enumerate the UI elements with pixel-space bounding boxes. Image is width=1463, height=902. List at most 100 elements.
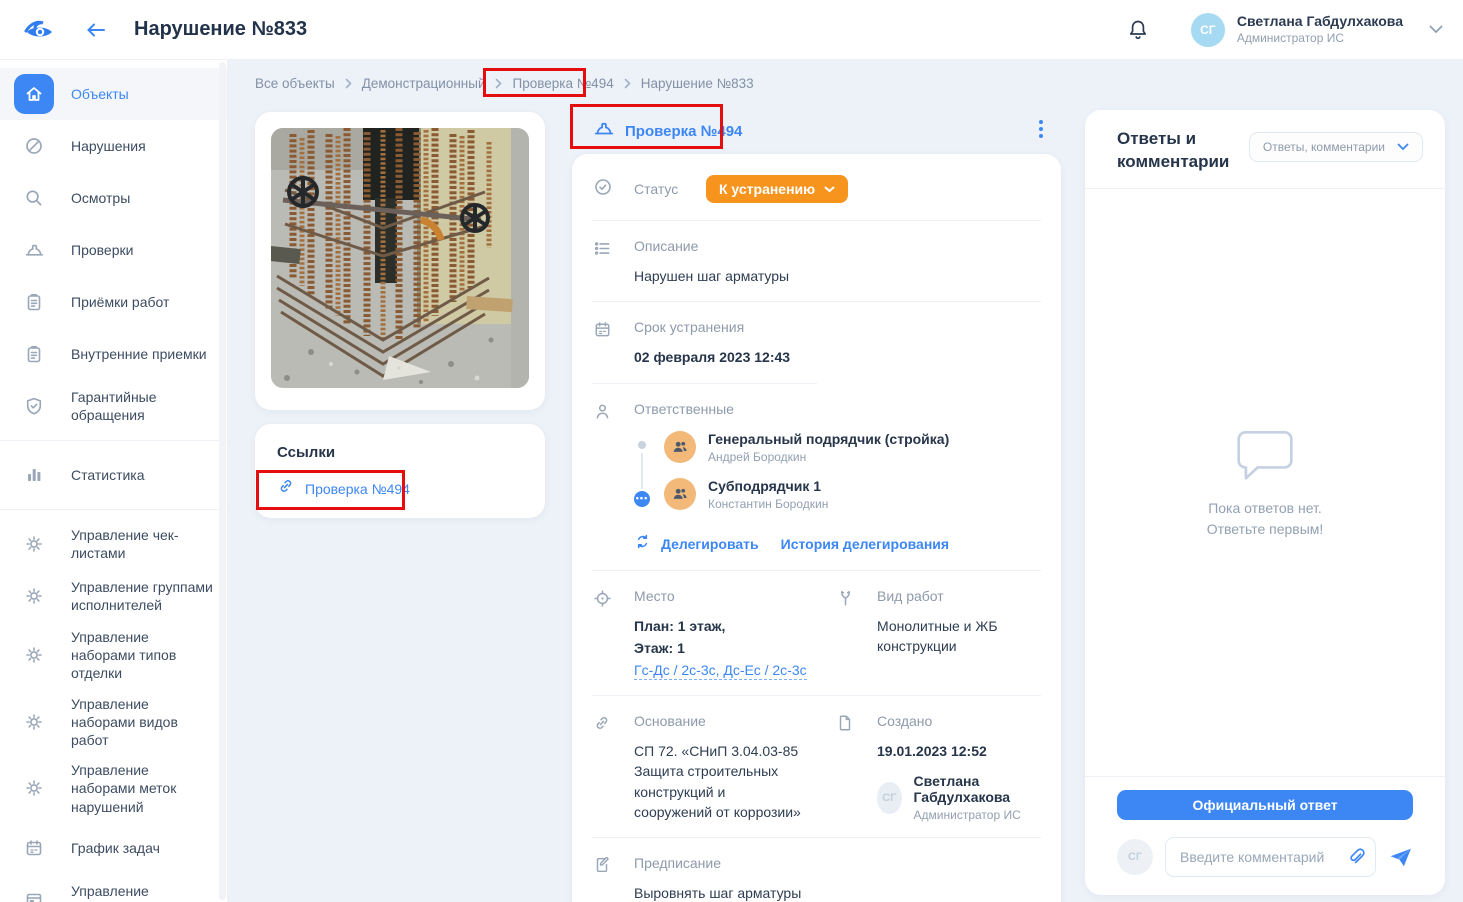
main-content: Все объекты Демонстрационный Проверка №4… bbox=[228, 60, 1463, 902]
comments-filter-value: Ответы, комментарии bbox=[1262, 140, 1385, 154]
deadline-label: Срок устранения bbox=[634, 319, 745, 336]
comment-input[interactable] bbox=[1165, 837, 1376, 877]
prescription-label: Предписание bbox=[634, 855, 722, 872]
comments-footer: Официальный ответ СГ bbox=[1085, 777, 1445, 895]
sidebar-item-warranty[interactable]: Гарантийные обращения bbox=[0, 380, 227, 432]
back-arrow-icon[interactable] bbox=[84, 20, 108, 40]
calendar-icon bbox=[14, 828, 54, 868]
check-circle-icon bbox=[593, 176, 634, 202]
sidebar-item-label: Внутренние приемки bbox=[71, 345, 207, 362]
send-comment-icon[interactable] bbox=[1388, 846, 1413, 868]
work-type-label: Вид работ bbox=[877, 587, 944, 604]
tasks-icon bbox=[14, 880, 54, 902]
clipboard-icon bbox=[14, 334, 54, 374]
sidebar-item-checklists-management[interactable]: Управление чек-листами bbox=[0, 518, 227, 570]
sidebar-item-inspections[interactable]: Осмотры bbox=[0, 172, 227, 224]
place-plan: План: 1 этаж, bbox=[634, 617, 726, 634]
official-reply-button[interactable]: Официальный ответ bbox=[1117, 790, 1413, 820]
status-label: Статус bbox=[634, 181, 679, 197]
basis-section: Основание СП 72. «СНиП 3.04.03-85 Защита… bbox=[572, 696, 815, 837]
notifications-bell-icon[interactable] bbox=[1127, 18, 1149, 42]
breadcrumb-all-objects[interactable]: Все объекты bbox=[255, 76, 335, 91]
user-avatar[interactable]: СГ bbox=[1190, 12, 1225, 47]
sidebar-item-label: Управление наборами типов отделки bbox=[71, 629, 177, 682]
sidebar-item-internal-acceptance[interactable]: Внутренние приемки bbox=[0, 328, 227, 380]
attach-paperclip-icon[interactable] bbox=[1346, 846, 1366, 872]
delegate-button[interactable]: Делегировать bbox=[634, 533, 759, 555]
speech-bubble-icon bbox=[1237, 431, 1293, 481]
sidebar-item-executor-groups-management[interactable]: Управление группами исполнителей bbox=[0, 570, 227, 622]
sidebar-item-work-types-management[interactable]: Управление наборами видов работ bbox=[0, 689, 227, 756]
comments-header: Ответы и комментарии Ответы, комментарии bbox=[1085, 110, 1445, 188]
breadcrumb: Все объекты Демонстрационный Проверка №4… bbox=[255, 76, 754, 91]
app-logo-eye-icon[interactable] bbox=[22, 17, 62, 43]
responsible-org: Субподрядчик 1 bbox=[708, 477, 822, 494]
no-entry-icon bbox=[14, 126, 54, 166]
sidebar-item-label: Статистика bbox=[71, 466, 145, 483]
description-value: Нарушен шаг арматуры bbox=[634, 268, 790, 284]
sidebar-item-label: Гарантийные обращения bbox=[71, 388, 157, 423]
linked-check-494[interactable]: Проверка №494 bbox=[277, 477, 523, 500]
user-menu-chevron-down-icon[interactable] bbox=[1429, 25, 1443, 34]
prescription-value: Выровнять шаг арматуры bbox=[634, 885, 802, 902]
comments-empty-state: Пока ответов нет. Ответьте первым! bbox=[1085, 189, 1445, 776]
violation-details-card: Статус К устранению Описание Нарушен шаг… bbox=[572, 154, 1061, 902]
sidebar-item-label: Приёмки работ bbox=[71, 293, 170, 310]
empty-state-line2: Ответьте первым! bbox=[1206, 521, 1324, 538]
delegation-history-link[interactable]: История делегирования bbox=[781, 536, 949, 552]
place-section: Место План: 1 этаж, Этаж: 1 Гс-Дс / 2с-3… bbox=[572, 571, 815, 696]
sidebar-item-finish-types-management[interactable]: Управление наборами типов отделки bbox=[0, 622, 227, 689]
breadcrumb-check-494[interactable]: Проверка №494 bbox=[512, 76, 613, 91]
sidebar-item-label: Проверки bbox=[71, 241, 134, 258]
person-icon bbox=[593, 401, 634, 555]
clipboard-icon bbox=[14, 282, 54, 322]
responsible-entry: Генеральный подрядчик (стройка) Андрей Б… bbox=[664, 430, 1041, 464]
wrench-icon bbox=[836, 588, 877, 681]
linked-check-label[interactable]: Проверка №494 bbox=[305, 481, 410, 497]
responsible-section: Ответственные ••• Генеральный подрядчик … bbox=[572, 384, 1061, 570]
sidebar-item-work-acceptance[interactable]: Приёмки работ bbox=[0, 276, 227, 328]
shield-check-icon bbox=[14, 386, 54, 426]
timeline-more-icon[interactable]: ••• bbox=[634, 490, 650, 507]
sidebar-item-label: Управление чек-листами bbox=[71, 526, 179, 561]
sidebar-divider bbox=[0, 509, 227, 510]
sidebar-item-violations[interactable]: Нарушения bbox=[0, 120, 227, 172]
created-by-role: Администратор ИС bbox=[913, 808, 1021, 823]
sidebar-item-violation-tags-management[interactable]: Управление наборами меток нарушений bbox=[0, 755, 227, 822]
left-column: Ссылки Проверка №494 bbox=[255, 112, 545, 518]
delegate-label[interactable]: Делегировать bbox=[661, 536, 759, 552]
list-icon bbox=[593, 238, 634, 286]
chevron-right-icon bbox=[345, 78, 352, 89]
breadcrumb-project[interactable]: Демонстрационный bbox=[362, 76, 486, 91]
gear-icon bbox=[14, 635, 54, 675]
sidebar-item-task-schedule[interactable]: График задач bbox=[0, 822, 227, 874]
sidebar-item-checks[interactable]: Проверки bbox=[0, 224, 227, 276]
timeline-dot bbox=[638, 440, 646, 449]
sidebar-item-objects[interactable]: Объекты bbox=[0, 68, 227, 120]
hardhat-icon bbox=[593, 118, 615, 144]
sidebar-item-label: Управление группами исполнителей bbox=[71, 578, 213, 613]
violation-photo[interactable] bbox=[271, 128, 529, 388]
more-options-kebab-icon[interactable] bbox=[1033, 116, 1049, 147]
delegation-timeline: ••• bbox=[634, 431, 650, 525]
gear-icon bbox=[14, 702, 54, 742]
sidebar-item-statistics[interactable]: Статистика bbox=[0, 449, 227, 501]
sidebar-item-task-management[interactable]: Управление задачами bbox=[0, 874, 227, 902]
work-type-value: Монолитные и ЖБ конструкции bbox=[877, 617, 998, 654]
status-dropdown-button[interactable]: К устранению bbox=[706, 175, 849, 203]
responsible-entry: Субподрядчик 1 Константин Бородкин bbox=[664, 477, 1041, 511]
status-value: К устранению bbox=[719, 181, 816, 197]
created-label: Создано bbox=[877, 713, 933, 730]
comments-filter-dropdown[interactable]: Ответы, комментарии bbox=[1248, 132, 1423, 162]
created-by: СГ Светлана Габдулхакова Администратор И… bbox=[877, 773, 1041, 822]
place-axes-link[interactable]: Гс-Дс / 2с-3с, Дс-Ес / 2с-3с bbox=[634, 662, 807, 681]
empty-state-line1: Пока ответов нет. bbox=[1208, 500, 1322, 517]
sidebar-item-label: Объекты bbox=[71, 85, 129, 102]
check-494-link[interactable]: Проверка №494 bbox=[593, 118, 742, 144]
violation-card-header: Проверка №494 bbox=[572, 112, 1061, 150]
check-494-link-label[interactable]: Проверка №494 bbox=[625, 123, 742, 140]
sidebar-item-label: Нарушения bbox=[71, 137, 146, 154]
sidebar-scrollbar[interactable] bbox=[219, 62, 226, 900]
created-by-avatar: СГ bbox=[877, 781, 902, 814]
sidebar-item-label: Управление наборами видов работ bbox=[71, 695, 178, 748]
